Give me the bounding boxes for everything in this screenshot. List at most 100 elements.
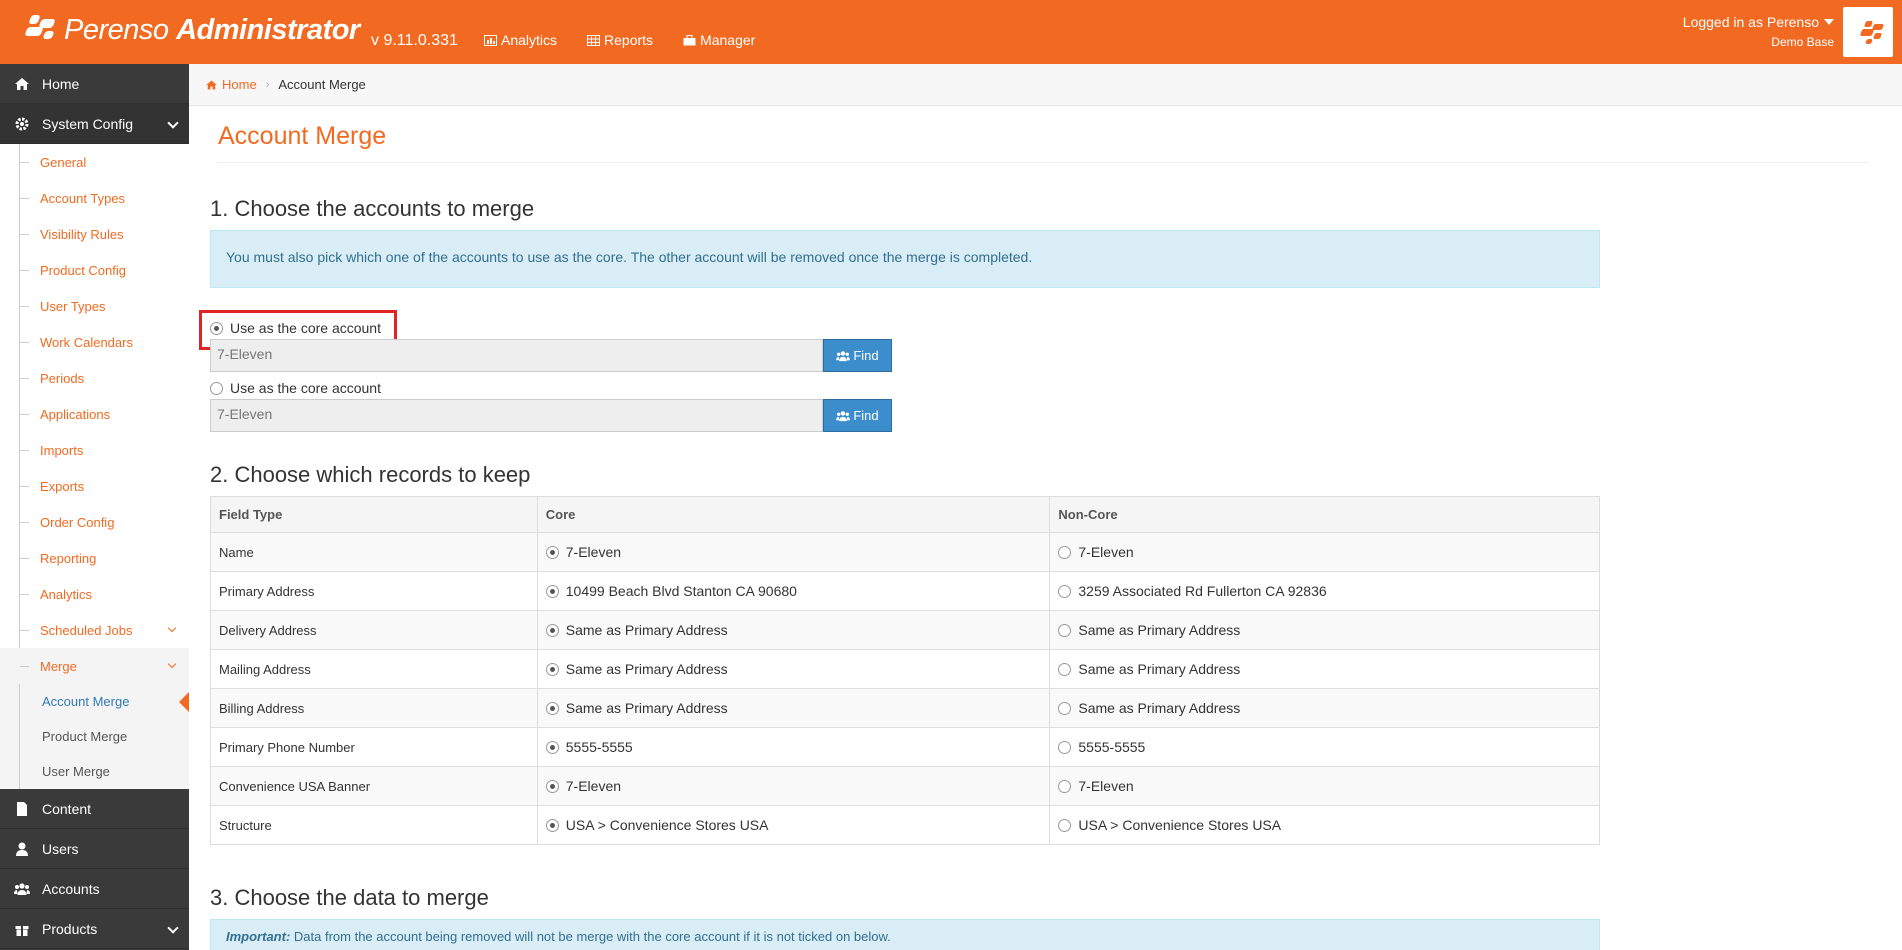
sidebar-item-account-merge[interactable]: Account Merge bbox=[0, 684, 189, 719]
table-row: Delivery Address Same as Primary Address… bbox=[210, 610, 1600, 650]
sidebar-item-system-config[interactable]: System Config bbox=[0, 104, 189, 144]
core-option-radio[interactable]: USA > Convenience Stores USA bbox=[545, 817, 1042, 833]
account-1-input[interactable]: 7-Eleven bbox=[210, 339, 823, 372]
field-type-cell: Primary Phone Number bbox=[210, 727, 538, 767]
radio-unselected-icon bbox=[1058, 779, 1072, 793]
option-label: 3259 Associated Rd Fullerton CA 92836 bbox=[1078, 583, 1327, 599]
non-core-cell: Same as Primary Address bbox=[1049, 688, 1600, 728]
table-row: Name 7-Eleven 7-Eleven bbox=[210, 532, 1600, 572]
radio-selected-icon bbox=[545, 662, 559, 676]
column-header: Core bbox=[536, 496, 1051, 533]
radio-selected-icon bbox=[210, 321, 223, 335]
radio-selected-icon bbox=[545, 584, 559, 598]
sidebar-item-label: Products bbox=[42, 920, 98, 937]
nav-manager-label: Manager bbox=[700, 32, 756, 48]
sidebar-item-products[interactable]: Products bbox=[0, 909, 189, 949]
non-core-option-radio[interactable]: 3259 Associated Rd Fullerton CA 92836 bbox=[1058, 583, 1591, 599]
sidebar-item-merge[interactable]: Merge bbox=[0, 648, 189, 684]
sidebar-item-applications[interactable]: Applications bbox=[0, 396, 189, 432]
nav-manager[interactable]: Manager bbox=[683, 32, 755, 48]
breadcrumb-current: Account Merge bbox=[278, 77, 366, 92]
find-label: Find bbox=[853, 408, 879, 423]
sidebar-item-visibility-rules[interactable]: Visibility Rules bbox=[0, 216, 189, 252]
radio-unselected-icon bbox=[1058, 662, 1072, 676]
core-account-radio-1[interactable]: Use as the core account bbox=[210, 320, 381, 336]
non-core-option-radio[interactable]: Same as Primary Address bbox=[1058, 661, 1591, 677]
chevron-down-icon bbox=[167, 922, 179, 934]
section-records-heading: 2. Choose which records to keep bbox=[210, 462, 531, 487]
core-option-radio[interactable]: 7-Eleven bbox=[545, 778, 1042, 794]
brand-logo[interactable]: Perenso Administrator bbox=[24, 10, 360, 50]
version-label: v 9.11.0.331 bbox=[371, 32, 458, 49]
find-account-1-button[interactable]: Find bbox=[823, 339, 892, 372]
non-core-option-radio[interactable]: USA > Convenience Stores USA bbox=[1058, 817, 1591, 833]
core-option-radio[interactable]: Same as Primary Address bbox=[545, 700, 1042, 716]
non-core-option-radio[interactable]: 5555-5555 bbox=[1058, 739, 1591, 755]
sidebar-item-periods[interactable]: Periods bbox=[0, 360, 189, 396]
breadcrumb-home-label: Home bbox=[222, 77, 257, 92]
sidebar-item-home[interactable]: Home bbox=[0, 64, 189, 104]
sidebar-item-content[interactable]: Content bbox=[0, 789, 189, 829]
option-label: USA > Convenience Stores USA bbox=[1078, 817, 1282, 833]
users-group-icon bbox=[836, 410, 851, 421]
field-type-cell: Billing Address bbox=[210, 688, 538, 728]
account-2-input[interactable]: 7-Eleven bbox=[210, 399, 823, 432]
non-core-option-radio[interactable]: 7-Eleven bbox=[1058, 778, 1591, 794]
core-account-label: Use as the core account bbox=[230, 380, 381, 396]
sidebar-item-product-config[interactable]: Product Config bbox=[0, 252, 189, 288]
non-core-option-radio[interactable]: Same as Primary Address bbox=[1058, 700, 1591, 716]
option-label: 7-Eleven bbox=[1078, 544, 1134, 560]
sidebar-item-user-types[interactable]: User Types bbox=[0, 288, 189, 324]
sidebar-item-imports[interactable]: Imports bbox=[0, 432, 189, 468]
sidebar-item-analytics[interactable]: Analytics bbox=[0, 576, 189, 612]
info-alert: You must also pick which one of the acco… bbox=[210, 230, 1600, 288]
sidebar-item-users[interactable]: Users bbox=[0, 829, 189, 869]
sidebar-item-accounts[interactable]: Accounts bbox=[0, 869, 189, 909]
account-1-row: 7-Eleven Find bbox=[210, 339, 892, 372]
core-account-radio-2[interactable]: Use as the core account bbox=[210, 380, 381, 396]
core-cell: Same as Primary Address bbox=[536, 610, 1051, 650]
sidebar: Home System Config General Account Types… bbox=[0, 64, 189, 950]
nav-reports[interactable]: Reports bbox=[587, 32, 653, 48]
document-icon bbox=[17, 801, 27, 816]
core-option-radio[interactable]: 10499 Beach Blvd Stanton CA 90680 bbox=[545, 583, 1042, 599]
breadcrumb-home[interactable]: Home bbox=[205, 77, 257, 92]
sidebar-item-scheduled-jobs[interactable]: Scheduled Jobs bbox=[0, 612, 189, 648]
option-label: 7-Eleven bbox=[565, 544, 622, 560]
brand-name: Perenso Administrator bbox=[64, 13, 360, 46]
nav-analytics[interactable]: Analytics bbox=[484, 32, 557, 48]
avatar[interactable] bbox=[1843, 7, 1893, 57]
sidebar-item-account-types[interactable]: Account Types bbox=[0, 180, 189, 216]
core-option-radio[interactable]: 7-Eleven bbox=[545, 544, 1042, 560]
radio-selected-icon bbox=[545, 701, 559, 715]
core-option-radio[interactable]: Same as Primary Address bbox=[545, 622, 1042, 638]
core-option-radio[interactable]: Same as Primary Address bbox=[545, 661, 1042, 677]
sidebar-item-user-merge[interactable]: User Merge bbox=[0, 754, 189, 789]
sidebar-item-label: Content bbox=[42, 800, 92, 817]
sidebar-item-product-merge[interactable]: Product Merge bbox=[0, 719, 189, 754]
core-cell: 7-Eleven bbox=[536, 766, 1051, 806]
option-label: USA > Convenience Stores USA bbox=[565, 817, 769, 833]
core-account-label: Use as the core account bbox=[230, 320, 381, 336]
core-option-radio[interactable]: 5555-5555 bbox=[545, 739, 1042, 755]
sidebar-item-general[interactable]: General bbox=[0, 144, 189, 180]
gear-icon bbox=[15, 117, 29, 130]
important-text: Data from the account being removed will… bbox=[293, 929, 891, 944]
breadcrumb-separator-icon: › bbox=[265, 78, 270, 91]
sidebar-item-exports[interactable]: Exports bbox=[0, 468, 189, 504]
option-label: Same as Primary Address bbox=[1078, 700, 1241, 716]
sidebar-item-label: Scheduled Jobs bbox=[40, 622, 133, 638]
user-menu[interactable]: Logged in as Perenso Demo Base bbox=[1683, 14, 1834, 49]
table-row: Primary Phone Number 5555-5555 5555-5555 bbox=[210, 727, 1600, 767]
sidebar-item-label: Users bbox=[42, 840, 79, 857]
sidebar-item-label: System Config bbox=[42, 115, 134, 132]
non-core-option-radio[interactable]: 7-Eleven bbox=[1058, 544, 1591, 560]
divider bbox=[218, 162, 1868, 163]
non-core-option-radio[interactable]: Same as Primary Address bbox=[1058, 622, 1591, 638]
sidebar-item-reporting[interactable]: Reporting bbox=[0, 540, 189, 576]
find-account-2-button[interactable]: Find bbox=[823, 399, 892, 432]
sidebar-item-work-calendars[interactable]: Work Calendars bbox=[0, 324, 189, 360]
sidebar-item-order-config[interactable]: Order Config bbox=[0, 504, 189, 540]
table-row: Primary Address 10499 Beach Blvd Stanton… bbox=[210, 571, 1600, 611]
option-label: 7-Eleven bbox=[565, 778, 622, 794]
